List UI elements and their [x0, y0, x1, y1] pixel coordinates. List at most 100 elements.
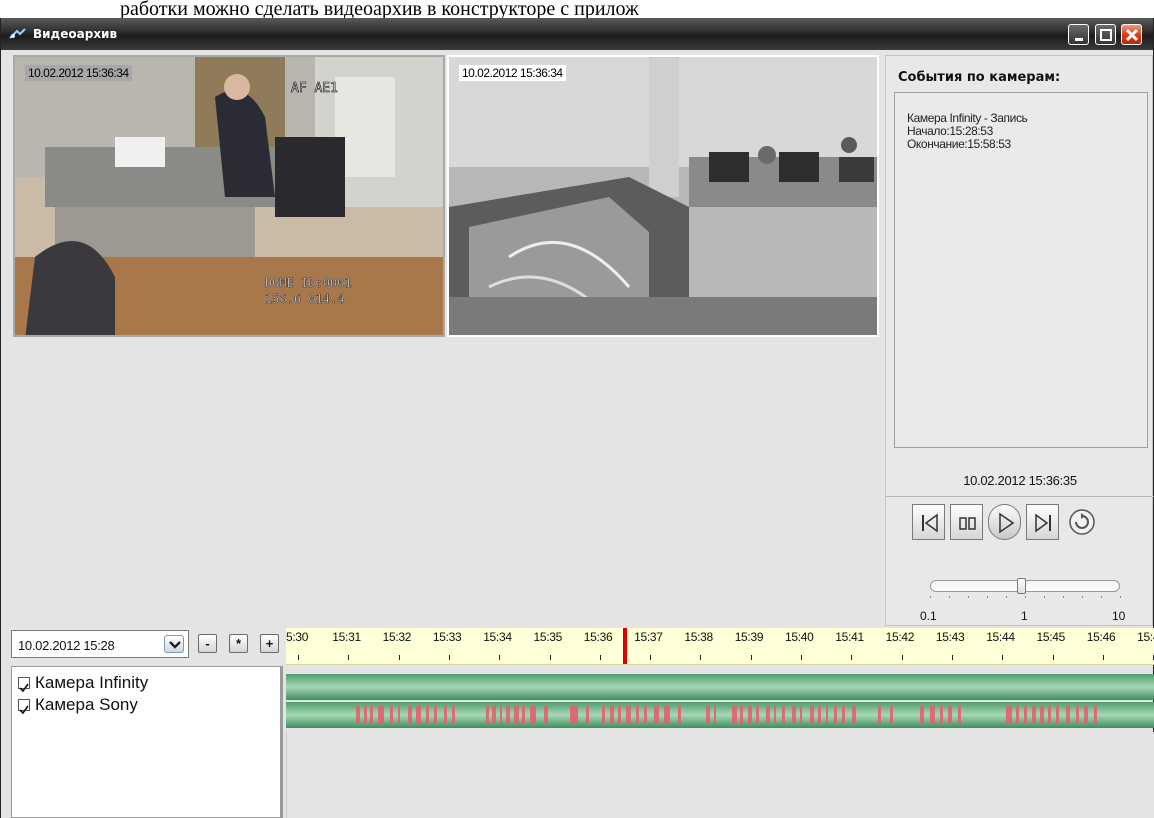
recording-segment	[486, 706, 489, 724]
title-bar[interactable]: Видеоархив	[1, 18, 1153, 50]
recording-segment	[920, 706, 924, 724]
zoom-out-button[interactable]: -	[198, 634, 217, 653]
current-playback-time: 10.02.2012 15:36:35	[963, 473, 1077, 488]
camera-view-sony[interactable]: 10.02.2012 15:36:34	[447, 55, 879, 337]
events-title: События по камерам:	[898, 70, 1061, 85]
speed-tick	[1101, 596, 1102, 598]
recording-segment	[706, 706, 710, 724]
ruler-tick-mark	[298, 655, 299, 660]
recording-segment	[378, 706, 384, 724]
ruler-tick-label: 15:34	[483, 630, 512, 644]
recording-segment	[500, 706, 502, 724]
time-ruler[interactable]: 5:30 15:31 15:32 15:33 15:34 15:35 15:36 15:37 1…	[286, 628, 1154, 665]
recording-segment	[408, 706, 412, 724]
camera-name: Камера Infinity	[35, 673, 149, 692]
recording-segment	[834, 706, 837, 724]
camera-app-icon	[9, 28, 26, 39]
recording-segment	[678, 706, 681, 724]
camera-name: Камера Sony	[35, 695, 138, 714]
ruler-tick-mark	[499, 655, 501, 660]
recording-segment	[930, 706, 935, 724]
recording-segment	[522, 706, 525, 724]
recording-segment	[792, 706, 796, 724]
speed-tick	[949, 596, 950, 598]
speed-tick	[1063, 596, 1064, 598]
recording-segment	[1048, 706, 1051, 724]
recording-segment	[544, 706, 548, 724]
date-picker[interactable]: 10.02.2012 15:28	[11, 630, 189, 658]
refresh-button[interactable]	[1068, 508, 1096, 536]
recording-segment	[610, 706, 614, 724]
recording-segment	[1076, 706, 1079, 724]
recording-segment	[774, 706, 776, 724]
speed-slider[interactable]	[930, 578, 1120, 594]
speed-mid-label: 1	[1021, 609, 1028, 623]
ruler-tick-label: 15:41	[835, 630, 864, 644]
recording-segment	[1084, 706, 1088, 724]
minimize-button[interactable]	[1068, 24, 1089, 45]
recording-segment	[426, 706, 429, 724]
ruler-tick-label: 15:4	[1137, 630, 1154, 644]
speed-tick	[1044, 596, 1045, 598]
date-dropdown-button[interactable]	[164, 635, 184, 653]
speed-tick	[1082, 596, 1083, 598]
ruler-tick-label: 15:33	[432, 630, 462, 644]
recording-segment	[1040, 706, 1044, 724]
camera-checkbox[interactable]	[18, 677, 30, 693]
recording-segment	[1024, 706, 1027, 724]
recording-segment	[890, 706, 893, 724]
recording-segment	[586, 706, 589, 724]
camera-checkbox[interactable]	[18, 699, 30, 715]
speed-tick	[1025, 596, 1026, 598]
timeline-empty-area	[286, 732, 1154, 818]
recording-segment	[732, 706, 737, 724]
maximize-button[interactable]	[1095, 24, 1116, 45]
playback-cursor[interactable]	[623, 628, 627, 664]
recording-segment	[852, 706, 856, 724]
pause-button[interactable]	[950, 504, 983, 540]
speed-slider-thumb[interactable]	[1017, 578, 1026, 594]
recording-segment	[1056, 706, 1059, 724]
recording-segment	[842, 706, 845, 724]
ruler-tick-label: 15:40	[785, 630, 814, 644]
recording-segment	[530, 706, 536, 724]
close-button[interactable]	[1121, 24, 1142, 45]
ruler-tick-label: 15:38	[684, 630, 713, 644]
skip-back-icon	[922, 513, 938, 533]
recording-segment	[364, 706, 367, 724]
track-infinity[interactable]	[286, 674, 1154, 700]
recording-segment	[1006, 706, 1012, 724]
zoom-reset-button[interactable]: *	[229, 634, 248, 653]
ruler-tick-label: 5:30	[286, 630, 309, 644]
recording-segment	[492, 706, 496, 724]
camera-list-item[interactable]: Камера Infinity	[18, 673, 148, 693]
skip-forward-icon	[1035, 513, 1051, 533]
recording-segment	[1016, 706, 1019, 724]
recording-segment	[626, 706, 631, 724]
recording-segment	[766, 706, 770, 724]
recording-segment	[826, 706, 828, 724]
ruler-tick-label: 15:44	[986, 630, 1015, 644]
speed-tick	[1006, 596, 1007, 598]
skip-back-button[interactable]	[912, 504, 945, 540]
ruler-tick-mark	[398, 655, 400, 660]
recording-segment	[818, 706, 821, 724]
skip-forward-button[interactable]	[1026, 504, 1059, 540]
camera-list-item[interactable]: Камера Sony	[18, 695, 138, 715]
ruler-tick-mark	[1002, 655, 1004, 660]
timeline-area[interactable]: 5:30 15:31 15:32 15:33 15:34 15:35 15:36 15:37 1…	[286, 628, 1154, 818]
ruler-tick-label: 15:36	[583, 630, 613, 644]
recording-segment	[940, 706, 943, 724]
ruler-tick-mark	[1102, 655, 1104, 660]
recording-segment	[1066, 706, 1070, 724]
recording-segment	[878, 706, 881, 724]
camera-timestamp: 10.02.2012 15:36:34	[459, 65, 566, 81]
recording-segment	[452, 706, 455, 724]
track-sony[interactable]	[286, 702, 1154, 728]
events-list[interactable]: Камера Infinity - Запись Начало:15:28:53…	[894, 92, 1148, 448]
recording-segment	[958, 706, 961, 724]
zoom-in-button[interactable]: +	[260, 634, 279, 653]
camera-timestamp: 10.02.2012 15:36:34	[25, 65, 132, 81]
camera-view-infinity[interactable]: AF AE1 DOME ID:0001 156.6 014.4 10.02.20…	[13, 55, 445, 337]
play-button[interactable]	[988, 504, 1021, 540]
